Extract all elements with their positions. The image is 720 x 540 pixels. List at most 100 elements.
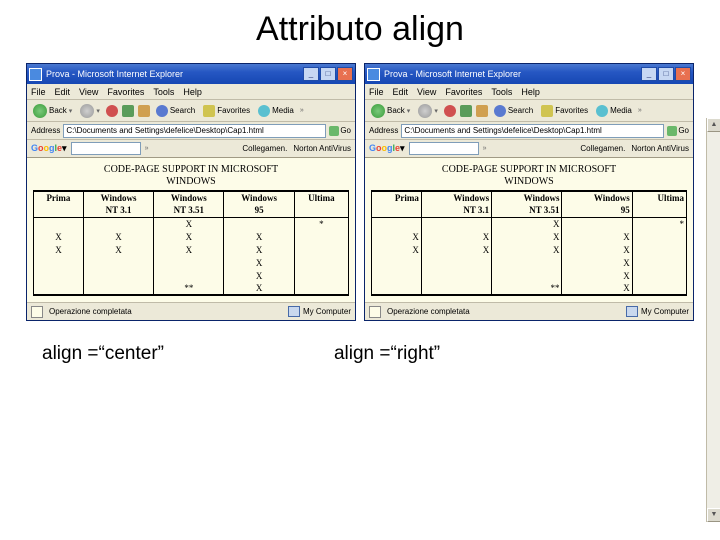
menu-view[interactable]: View [417,87,436,97]
table-row: XXXX [34,243,349,256]
google-toolbar: Google▾ » Collegamen. Norton AntiVirus [27,140,355,158]
table-row: XXXX [372,243,687,256]
table-header: NT 3.1 [421,204,491,217]
table-header: NT 3.1 [83,204,153,217]
table-header: Prima [372,191,422,204]
menu-file[interactable]: File [31,87,46,97]
links-label[interactable]: Collegamen. [242,144,287,153]
close-button[interactable]: × [337,67,353,81]
status-text: Operazione completata [387,307,470,316]
go-button[interactable]: Go [329,126,351,136]
titlebar: Prova - Microsoft Internet Explorer _ □ … [365,64,693,84]
toolbar-overflow-icon[interactable]: » [300,107,304,114]
caption-right: align =“right” [334,343,440,365]
page-icon [369,306,381,318]
refresh-icon[interactable] [460,105,472,117]
vertical-scrollbar[interactable]: ▲ ▼ [706,118,720,522]
menu-file[interactable]: File [369,87,384,97]
media-icon [596,105,608,117]
minimize-button[interactable]: _ [303,67,319,81]
links-label[interactable]: Collegamen. [580,144,625,153]
media-button[interactable]: Media [594,105,634,117]
ie-window-right: Prova - Microsoft Internet Explorer _ □ … [364,63,694,321]
go-button[interactable]: Go [667,126,689,136]
address-input[interactable]: C:\Documents and Settings\defelice\Deskt… [401,124,664,138]
statusbar: Operazione completata My Computer [365,302,693,320]
menu-edit[interactable]: Edit [393,87,409,97]
home-icon[interactable] [476,105,488,117]
table-header: Windows [492,191,562,204]
table-header: NT 3.51 [492,204,562,217]
forward-button[interactable]: ▾ [78,104,102,118]
close-button[interactable]: × [675,67,691,81]
google-logo[interactable]: Google▾ [369,143,405,154]
norton-label[interactable]: Norton AntiVirus [293,144,351,153]
back-button[interactable]: Back▾ [31,104,74,118]
data-table: Prima Windows Windows Windows Ultima NT … [371,190,687,296]
my-computer-icon [626,306,638,317]
google-search-input[interactable] [409,142,479,155]
table-header: Ultima [294,191,348,204]
table-row: **X [372,282,687,295]
zone-text: My Computer [641,307,689,316]
google-toolbar: Google▾ » Collegamen. Norton AntiVirus [365,140,693,158]
status-text: Operazione completata [49,307,132,316]
menu-edit[interactable]: Edit [55,87,71,97]
links-toolbar: Collegamen. Norton AntiVirus [242,144,351,153]
address-label: Address [31,126,60,135]
table-row: X [34,269,349,282]
back-icon [33,104,47,118]
menu-tools[interactable]: Tools [153,87,174,97]
google-logo[interactable]: Google▾ [31,143,67,154]
toolbar: Back▾ ▾ Search Favorites Media » [27,100,355,122]
favorites-button[interactable]: Favorites [539,105,590,117]
maximize-button[interactable]: □ [658,67,674,81]
address-input[interactable]: C:\Documents and Settings\defelice\Deskt… [63,124,326,138]
menubar: File Edit View Favorites Tools Help [365,84,693,100]
search-button[interactable]: Search [492,105,535,117]
scroll-track[interactable] [707,132,720,508]
media-button[interactable]: Media [256,105,296,117]
my-computer-icon [288,306,300,317]
table-header [372,204,422,217]
google-search-input[interactable] [71,142,141,155]
toolbar-overflow-icon[interactable]: » [638,107,642,114]
scroll-down-icon[interactable]: ▼ [707,508,720,522]
table-header: Prima [34,191,84,204]
stop-icon[interactable] [106,105,118,117]
menu-favorites[interactable]: Favorites [107,87,144,97]
content-title: CODE-PAGE SUPPORT IN MICROSOFT WINDOWS [33,164,349,187]
minimize-button[interactable]: _ [641,67,657,81]
norton-label[interactable]: Norton AntiVirus [631,144,689,153]
table-header: Windows [154,191,224,204]
table-row: XXXX [34,230,349,243]
table-header [34,204,84,217]
back-button[interactable]: Back▾ [369,104,412,118]
table-row: X* [372,217,687,230]
menu-help[interactable]: Help [521,87,540,97]
stop-icon[interactable] [444,105,456,117]
menu-view[interactable]: View [79,87,98,97]
menu-favorites[interactable]: Favorites [445,87,482,97]
menu-help[interactable]: Help [183,87,202,97]
search-icon [494,105,506,117]
table-header: Windows [421,191,491,204]
caption-left: align =“center” [42,343,164,365]
table-row: X [372,269,687,282]
table-header: NT 3.51 [154,204,224,217]
scroll-up-icon[interactable]: ▲ [707,118,720,132]
captions-row: align =“center” align =“right” [0,343,720,365]
home-icon[interactable] [138,105,150,117]
maximize-button[interactable]: □ [320,67,336,81]
table-header [632,204,686,217]
menu-tools[interactable]: Tools [491,87,512,97]
address-bar: Address C:\Documents and Settings\defeli… [27,122,355,140]
refresh-icon[interactable] [122,105,134,117]
forward-button[interactable]: ▾ [416,104,440,118]
search-button[interactable]: Search [154,105,197,117]
address-label: Address [369,126,398,135]
favorites-button[interactable]: Favorites [201,105,252,117]
ie-icon [367,68,380,81]
status-zone: My Computer [626,306,689,317]
forward-icon [80,104,94,118]
